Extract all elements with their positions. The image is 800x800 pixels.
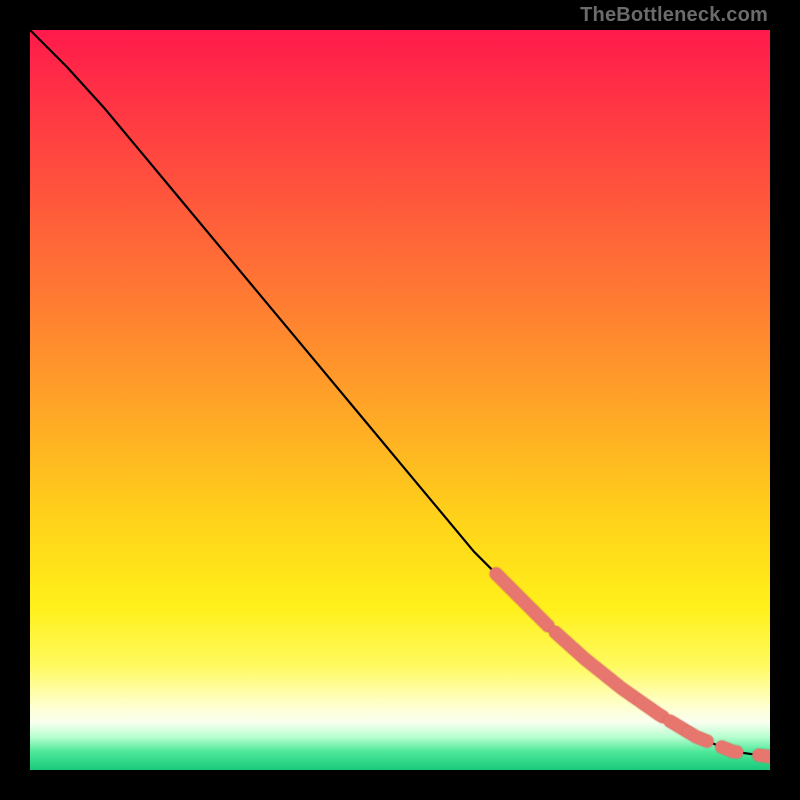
highlight-segment xyxy=(722,747,737,752)
highlight-segment xyxy=(759,755,770,757)
curve-layer xyxy=(30,30,770,770)
highlight-segment xyxy=(689,732,708,741)
highlight-segments xyxy=(496,574,770,757)
watermark-text: TheBottleneck.com xyxy=(580,4,768,27)
plot-area xyxy=(30,30,770,770)
highlight-segment xyxy=(555,632,636,699)
main-curve xyxy=(30,30,770,757)
highlight-segment xyxy=(641,702,663,717)
chart-frame: TheBottleneck.com xyxy=(0,0,800,800)
highlight-segment xyxy=(496,574,548,626)
